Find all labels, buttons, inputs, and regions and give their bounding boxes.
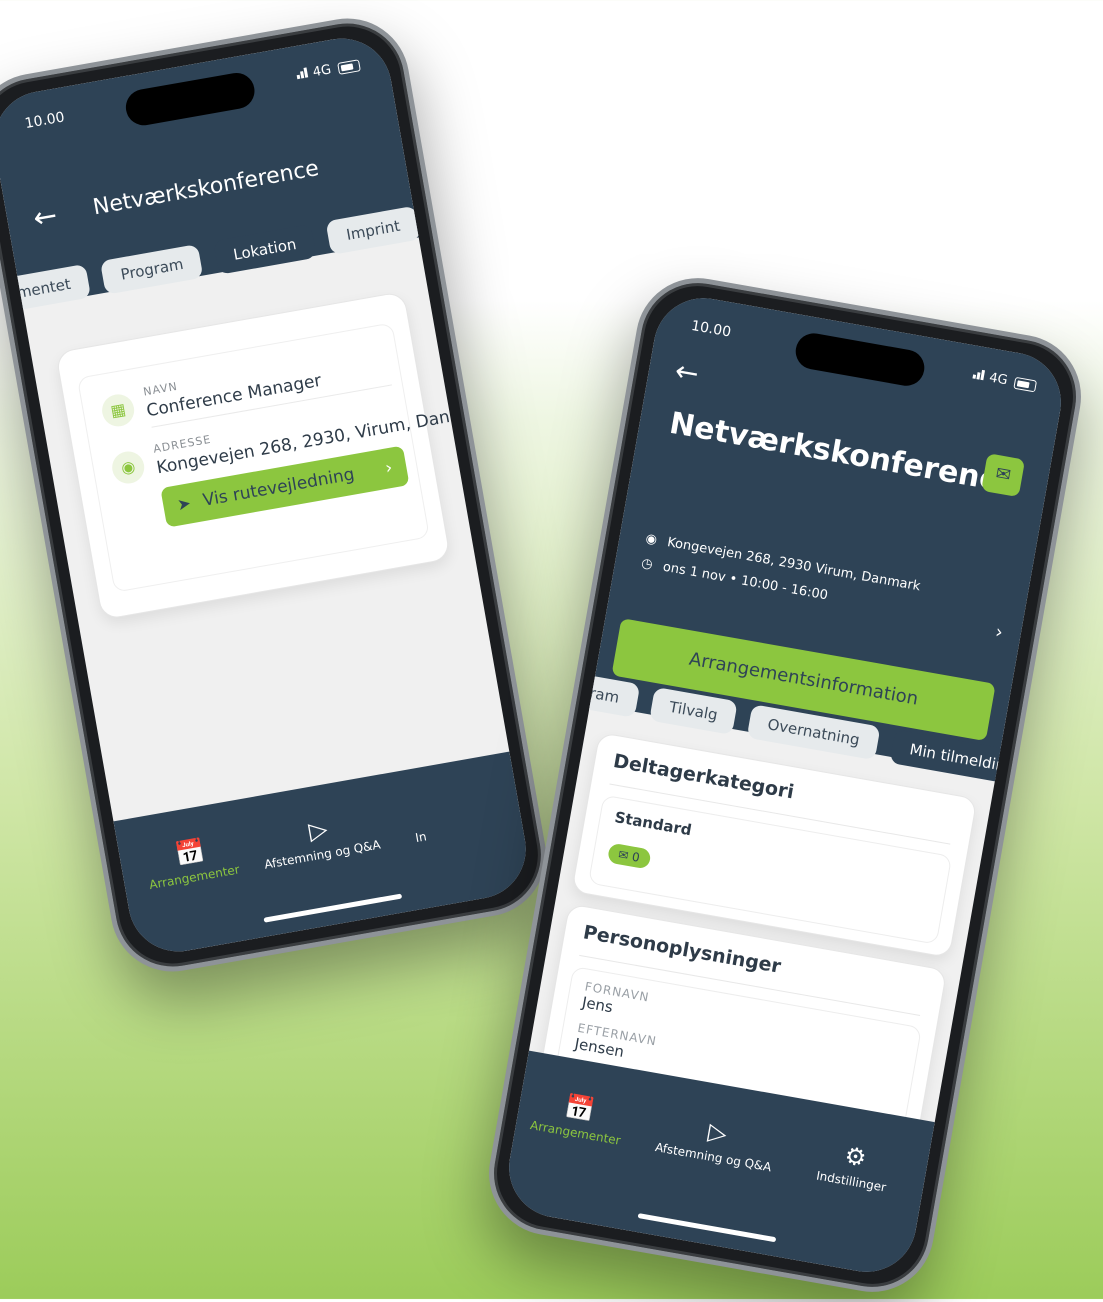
signal-icon bbox=[296, 66, 310, 83]
status-time: 10.00 bbox=[689, 317, 733, 341]
phone-left: ← Netværkskonference gementet Program Lo… bbox=[0, 8, 556, 982]
chevron-right-icon[interactable]: › bbox=[994, 621, 1005, 643]
name-value: Conference Manager bbox=[145, 370, 323, 422]
location-pin-icon: ◉ bbox=[644, 531, 659, 548]
network-type: 4G bbox=[988, 370, 1009, 389]
network-type: 4G bbox=[311, 62, 333, 81]
tab-lokation[interactable]: Lokation bbox=[212, 224, 317, 275]
tab-imprint[interactable]: Imprint bbox=[325, 205, 421, 255]
nav-afstemning[interactable]: ▷ Afstemning og Q&A bbox=[257, 806, 383, 872]
phone-right: ← Netværkskonference ✉ ◉ Kongevejen 268, … bbox=[479, 268, 1091, 1302]
settings-icon bbox=[385, 794, 449, 832]
personal-title: Personoplysninger bbox=[581, 921, 783, 978]
location-inner: ▦ NAVN Conference Manager ◉ ADRESSE Kong… bbox=[76, 322, 495, 593]
event-info: ◉ Kongevejen 268, 2930 Virum, Danmark ◷ on… bbox=[638, 531, 921, 629]
tab-program[interactable]: Program bbox=[100, 243, 204, 295]
phone-left-screen: ← Netværkskonference gementet Program Lo… bbox=[0, 30, 534, 960]
bottom-nav: 📅 Arrangementer ▷ Afstemning og Q&A In bbox=[113, 751, 534, 960]
back-arrow-icon[interactable]: ← bbox=[673, 354, 702, 391]
home-indicator bbox=[263, 893, 403, 923]
signal-icon bbox=[972, 368, 986, 385]
clock-icon: ◷ bbox=[640, 555, 654, 573]
category-value: Standard bbox=[613, 808, 694, 840]
nav-indstillinger[interactable]: ⚙ Indstillinger bbox=[791, 1133, 917, 1199]
location-pin-icon: ◉ bbox=[109, 448, 147, 487]
gear-icon: ⚙ bbox=[842, 1141, 869, 1173]
building-icon: ▦ bbox=[99, 391, 137, 429]
nav-label: In bbox=[414, 829, 428, 846]
home-indicator bbox=[637, 1213, 777, 1243]
nav-arrangementer[interactable]: 📅 Arrangementer bbox=[129, 828, 255, 894]
count-value: 0 bbox=[630, 849, 641, 865]
location-card: ▦ NAVN Conference Manager ◉ ADRESSE Kong… bbox=[55, 290, 495, 621]
status-signal: 4G bbox=[972, 368, 1038, 394]
nav-indstillinger[interactable]: In bbox=[385, 794, 452, 850]
nav-afstemning[interactable]: ▷ Afstemning og Q&A bbox=[653, 1108, 779, 1174]
ticket-icon[interactable]: ✉ bbox=[981, 453, 1026, 498]
nav-arrangementer[interactable]: 📅 Arrangementer bbox=[515, 1084, 641, 1150]
name-row: ▦ NAVN Conference Manager bbox=[99, 344, 381, 429]
phone-right-screen: ← Netværkskonference ✉ ◉ Kongevejen 268, … bbox=[501, 290, 1069, 1280]
status-signal: 4G bbox=[296, 57, 361, 83]
battery-icon bbox=[337, 58, 361, 75]
chevron-right-icon: › bbox=[383, 457, 394, 479]
directions-label: Vis rutevejledning bbox=[201, 464, 356, 511]
status-time: 10.00 bbox=[23, 109, 66, 133]
category-count: ✉ 0 bbox=[606, 842, 652, 870]
battery-icon bbox=[1013, 376, 1038, 392]
tab-arrangementet[interactable]: gementet bbox=[0, 263, 92, 317]
navigation-arrow-icon: ➤ bbox=[175, 493, 193, 515]
category-title: Deltagerkategori bbox=[611, 750, 796, 804]
ticket-count-badge: ✉ 0 bbox=[606, 842, 652, 870]
